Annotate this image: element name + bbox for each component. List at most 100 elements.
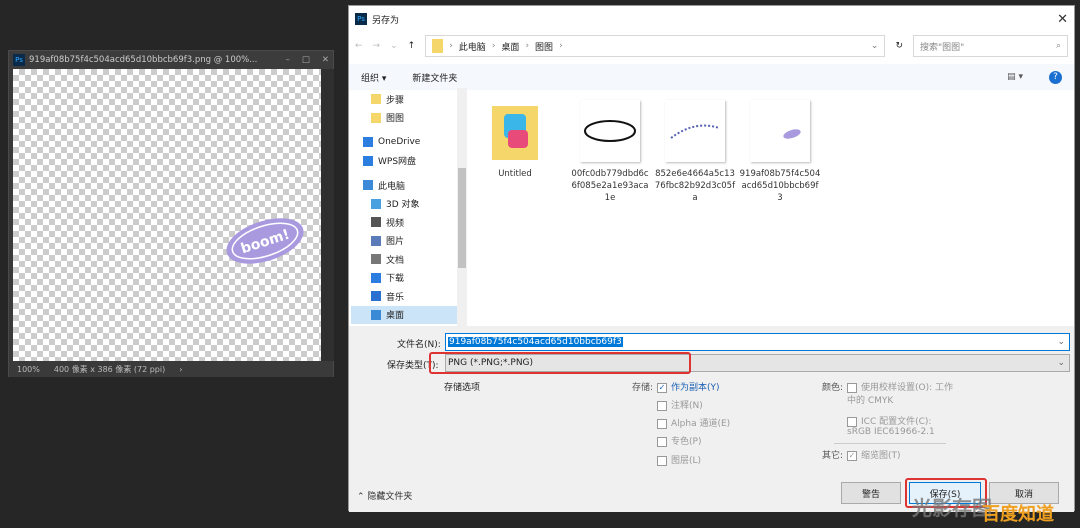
file-thumbnail (750, 100, 810, 162)
nav-item-label: OneDrive (378, 137, 421, 148)
nav-item[interactable]: 图片 (351, 232, 466, 251)
history-chevron-icon[interactable]: ⌄ (390, 41, 398, 51)
file-thumbnail (665, 100, 725, 162)
toolbar: 组织 ▾ 新建文件夹 ▤ ▾ ? (349, 64, 1074, 90)
search-icon: ⌕ (1055, 41, 1061, 51)
nav-item-label: 3D 对象 (386, 200, 420, 211)
file-name: Untitled (498, 169, 532, 179)
nav-item-label: 图片 (386, 237, 405, 248)
nav-item-label: 视频 (386, 218, 405, 229)
nav-item[interactable]: WPS网盘 (351, 152, 466, 171)
document-title-bar[interactable]: Ps 919af08b75f4c504acd65d10bbcb69f3.png … (9, 51, 333, 69)
spot-checkbox[interactable]: 专色(P) (657, 434, 701, 447)
proof-checkbox[interactable]: 使用校样设置(O): 工作中的 CMYK (847, 380, 957, 406)
status-arrow-icon[interactable]: › (179, 365, 182, 374)
cube-icon (371, 198, 381, 209)
breadcrumb-item[interactable]: 图图 (535, 40, 553, 53)
chevron-down-icon[interactable]: ⌄ (1057, 358, 1065, 368)
file-item[interactable]: Untitled (474, 100, 556, 180)
save-options-heading: 存储选项 (444, 383, 481, 393)
breadcrumb-item[interactable]: 桌面 (501, 40, 519, 53)
breadcrumb-item[interactable]: 此电脑 (459, 40, 486, 53)
nav-item-label: 图图 (386, 114, 405, 125)
nav-item-label: 此电脑 (378, 181, 406, 192)
nav-item[interactable]: OneDrive (351, 133, 466, 152)
refresh-icon[interactable]: ↻ (895, 41, 903, 51)
nav-scrollbar[interactable] (457, 88, 467, 327)
vertical-scrollbar[interactable] (321, 69, 334, 361)
cloud-icon (363, 155, 373, 166)
file-item[interactable]: 919af08b75f4c504acd65d10bbcb69f3 (739, 100, 821, 204)
up-icon[interactable]: ↑ (408, 41, 416, 51)
new-folder-button[interactable]: 新建文件夹 (412, 71, 457, 84)
nav-item[interactable]: 音乐 (351, 287, 466, 306)
help-icon[interactable]: ? (1049, 70, 1062, 84)
folder-icon (432, 39, 444, 53)
nav-item[interactable]: 桌面 (351, 305, 466, 324)
nav-item-label: WPS网盘 (378, 157, 417, 168)
close-icon[interactable]: ✕ (1057, 12, 1068, 27)
warning-button[interactable]: 警告 (841, 482, 901, 504)
search-input[interactable]: 搜索"图图" ⌕ (913, 35, 1068, 57)
baidu-watermark: 百度知道 (982, 504, 1054, 525)
file-name: 852e6e4664a5c1376fbc82b92d3c05fa (654, 169, 736, 203)
nav-item[interactable]: 文档 (351, 250, 466, 269)
filename-input[interactable]: 919af08b75f4c504acd65d10bbcb69f3 ⌄ (445, 333, 1070, 351)
close-icon[interactable]: ✕ (322, 55, 329, 65)
folder-thumbnail (485, 100, 545, 162)
filename-value: 919af08b75f4c504acd65d10bbcb69f3 (448, 337, 623, 347)
hide-folders-toggle[interactable]: ⌃ 隐藏文件夹 (357, 489, 412, 502)
other-label: 其它: (822, 451, 844, 461)
divider (834, 443, 946, 444)
folder-icon (371, 112, 381, 123)
boom-stamp: boom! (226, 218, 304, 264)
nav-item-label: 步骤 (386, 95, 405, 106)
icc-checkbox[interactable]: ICC 配置文件(C): sRGB IEC61966-2.1 (847, 414, 957, 437)
scrollbar-thumb[interactable] (458, 168, 466, 268)
navigation-bar: ← → ⌄ ↑ › 此电脑 › 桌面 › 图图 › ⌄ ↻ 搜索"图图" ⌕ (349, 32, 1074, 60)
filename-label: 文件名(N): (397, 340, 441, 350)
nav-item[interactable]: 视频 (351, 213, 466, 232)
highlight-box (429, 352, 691, 374)
navigation-pane: 步骤图图 OneDrive WPS网盘此电脑 3D 对象视频图片文档下载音乐桌面 (351, 88, 467, 327)
document-title: 919af08b75f4c504acd65d10bbcb69f3.png @ 1… (29, 55, 258, 65)
back-icon[interactable]: ← (355, 41, 363, 51)
nav-item[interactable]: 此电脑 (351, 176, 466, 195)
minimize-icon[interactable]: – (286, 55, 290, 65)
desktop-icon (371, 309, 381, 320)
alpha-checkbox[interactable]: Alpha 通道(E) (657, 416, 730, 429)
notes-checkbox[interactable]: 注释(N) (657, 398, 703, 411)
nav-item[interactable]: 下载 (351, 269, 466, 288)
search-placeholder: 搜索"图图" (920, 42, 965, 53)
document-icon (371, 254, 381, 265)
address-bar[interactable]: › 此电脑 › 桌面 › 图图 › ⌄ (425, 35, 886, 57)
file-item[interactable]: 00fc0db779dbd6c6f085e2a1e93aca1e (569, 100, 651, 204)
layers-checkbox[interactable]: 图层(L) (657, 453, 701, 466)
computer-icon (363, 180, 373, 191)
nav-item[interactable]: 图图 (351, 109, 466, 128)
forward-icon[interactable]: → (373, 41, 381, 51)
nav-item-label: 下载 (386, 274, 405, 285)
maximize-icon[interactable]: □ (302, 55, 310, 65)
ps-app-icon: Ps (355, 13, 367, 25)
nav-item-label: 桌面 (386, 311, 405, 322)
file-list: Untitled 00fc0db779dbd6c6f085e2a1e93aca1… (474, 96, 1074, 326)
watermark-logo: 光影存图 (912, 496, 992, 520)
organize-button[interactable]: 组织 ▾ (361, 71, 386, 84)
save-options-panel: 文件名(N): 919af08b75f4c504acd65d10bbcb69f3… (349, 326, 1074, 512)
nav-item[interactable]: 3D 对象 (351, 195, 466, 214)
zoom-level[interactable]: 100% (17, 365, 40, 374)
file-name: 919af08b75f4c504acd65d10bbcb69f3 (739, 169, 821, 203)
as-copy-checkbox[interactable]: ✓ 作为副本(Y) (657, 380, 720, 393)
file-item[interactable]: 852e6e4664a5c1376fbc82b92d3c05fa (654, 100, 736, 204)
transparent-canvas[interactable]: boom! (13, 69, 321, 361)
file-thumbnail (580, 100, 640, 162)
chevron-down-icon[interactable]: ⌄ (1057, 337, 1065, 347)
cloud-icon (363, 137, 373, 148)
status-bar: 100% 400 像素 x 386 像素 (72 ppi) › (9, 361, 333, 377)
view-options-icon[interactable]: ▤ ▾ (1007, 72, 1023, 82)
nav-item[interactable]: 步骤 (351, 90, 466, 109)
chevron-down-icon[interactable]: ⌄ (871, 41, 879, 51)
music-icon (371, 291, 381, 302)
thumbnail-checkbox[interactable]: ✓ 缩览图(T) (847, 448, 901, 461)
